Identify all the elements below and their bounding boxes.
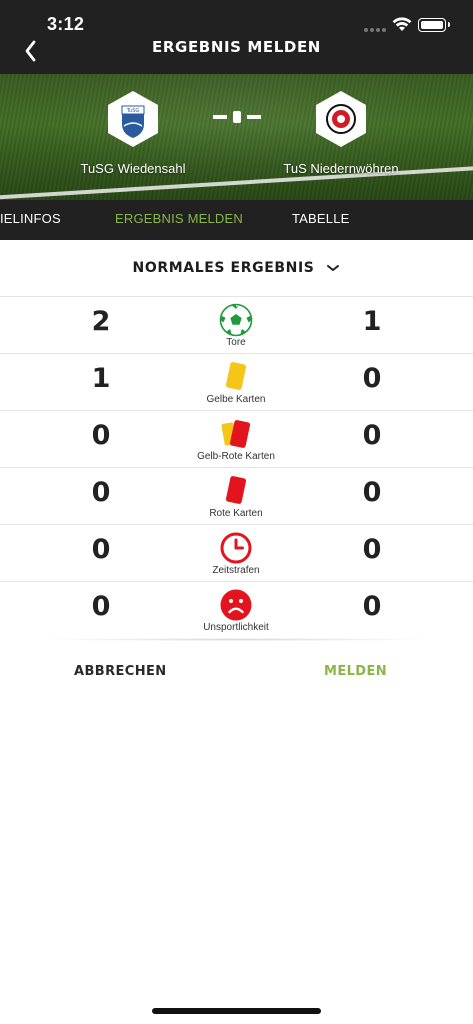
home-unsportsmanlike[interactable]: 0 [81,591,121,622]
result-type-label: NORMALES ERGEBNIS [132,260,315,276]
sad-face-icon [220,589,252,621]
away-yellow-cards[interactable]: 0 [352,363,392,394]
status-time: 3:12 [47,14,85,34]
result-type-dropdown[interactable]: NORMALES ERGEBNIS [0,240,473,297]
away-team-name: TuS Niedernwöhren [283,161,399,176]
home-indicator[interactable] [152,1008,321,1014]
tab-spielinfos[interactable]: IELINFOS [0,211,61,226]
stat-label: Gelb-Rote Karten [197,451,275,462]
home-team-logo: TuSG [108,91,158,147]
home-goals[interactable]: 2 [81,306,121,337]
stat-row-unsportlichkeit: 0 Unsportlichkeit 0 [0,582,473,639]
away-yellow-red-cards[interactable]: 0 [352,420,392,451]
page-title: ERGEBNIS MELDEN [152,38,321,56]
submit-button[interactable]: MELDEN [324,664,387,679]
cancel-button[interactable]: ABBRECHEN [74,664,167,679]
stat-row-zeitstrafen: 0 Zeitstrafen 0 [0,525,473,582]
chevron-down-icon [327,265,340,271]
divider [40,638,433,641]
red-card-icon [225,476,247,504]
match-banner: TuSG TuSG Wiedensahl TuS Niedernwöhren [0,74,473,200]
yellow-card-icon [225,362,247,390]
away-team-logo [316,91,366,147]
home-team-name: TuSG Wiedensahl [80,161,186,176]
tab-ergebnis-melden[interactable]: ERGEBNIS MELDEN [115,211,243,226]
away-goals[interactable]: 1 [352,306,392,337]
stat-label: Zeitstrafen [212,565,260,576]
stat-label: Tore [226,337,246,348]
away-time-penalties[interactable]: 0 [352,534,392,565]
away-team: TuS Niedernwöhren [241,90,441,176]
stat-label: Rote Karten [209,508,263,519]
home-time-penalties[interactable]: 0 [81,534,121,565]
stat-row-gelbe-karten: 1 Gelbe Karten 0 [0,354,473,411]
tab-tabelle[interactable]: TABELLE [292,211,350,226]
clock-icon [220,532,252,564]
tab-bar: IELINFOS ERGEBNIS MELDEN TABELLE [0,200,473,240]
stat-label: Gelbe Karten [206,394,266,405]
home-red-cards[interactable]: 0 [81,477,121,508]
home-yellow-cards[interactable]: 1 [81,363,121,394]
wifi-icon [392,17,412,31]
svg-text:TuSG: TuSG [126,108,140,114]
stats-list: 2 Tore 1 1 Gelbe Karten 0 0 Gelb-Rote Ka… [0,297,473,639]
top-header: 3:12 ERGEBNIS MELDEN [0,0,473,74]
cellular-signal-icon [364,28,386,34]
yellow-red-card-icon [221,420,251,448]
stat-row-rote-karten: 0 Rote Karten 0 [0,468,473,525]
battery-icon [418,18,450,32]
stat-row-tore: 2 Tore 1 [0,297,473,354]
away-unsportsmanlike[interactable]: 0 [352,591,392,622]
stat-row-gelb-rote-karten: 0 Gelb-Rote Karten 0 [0,411,473,468]
stat-label: Unsportlichkeit [203,622,269,633]
home-team: TuSG TuSG Wiedensahl [33,90,233,176]
away-red-cards[interactable]: 0 [352,477,392,508]
soccer-ball-icon [219,303,253,337]
home-yellow-red-cards[interactable]: 0 [81,420,121,451]
